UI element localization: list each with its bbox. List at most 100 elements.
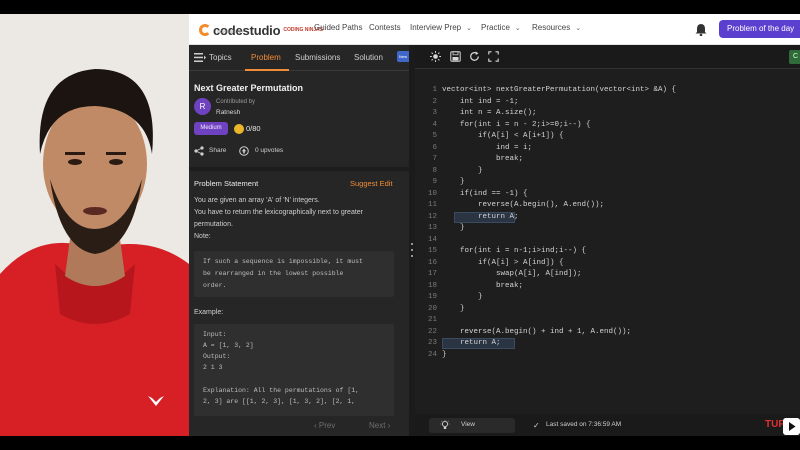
- nav-practice-label: Practice: [481, 23, 510, 32]
- line-number: 7: [432, 155, 437, 163]
- example-line: Input:: [203, 331, 227, 338]
- line-number: 6: [432, 143, 437, 152]
- statement-line: You are given an array 'A' of 'N' intege…: [194, 197, 320, 204]
- code-line: for(int i = n - 2;i>=0;i--) {: [442, 120, 591, 129]
- video-frame: codestudio CODING NINJAS POWERED BY Guid…: [0, 0, 800, 450]
- line-number: 4: [432, 120, 437, 129]
- save-icon[interactable]: [450, 51, 461, 62]
- potd-label: Problem of the day: [727, 24, 795, 33]
- code-line: vector<int> nextGreaterPermutation(vecto…: [442, 86, 677, 94]
- avatar: R: [194, 98, 211, 115]
- tab-topics[interactable]: Topics: [209, 53, 232, 62]
- section-divider: [189, 167, 409, 171]
- note-label: Note:: [194, 233, 211, 240]
- channel-watermark: TUF: [765, 419, 785, 430]
- line-number: 1: [432, 86, 437, 94]
- nav-guided-paths[interactable]: Guided Paths: [314, 23, 362, 32]
- view-label: View: [461, 421, 475, 428]
- nav-resources[interactable]: Resources ⌄: [532, 23, 581, 32]
- presenter-image: [0, 14, 189, 436]
- tab-problem[interactable]: Problem: [251, 53, 281, 62]
- logo-subtitle: POWERED BY: [217, 29, 245, 34]
- share-icon[interactable]: [194, 146, 204, 156]
- example-line: Output:: [203, 353, 231, 360]
- nav-interview-prep[interactable]: Interview Prep ⌄: [410, 23, 472, 32]
- line-number: 21: [427, 316, 437, 324]
- bell-icon[interactable]: [695, 23, 707, 36]
- code-line: reverse(A.begin() + ind + 1, A.end());: [442, 327, 632, 336]
- problem-title: Next Greater Permutation: [194, 83, 304, 93]
- chevron-down-icon: ⌄: [466, 25, 473, 32]
- prev-button[interactable]: ‹ Prev: [314, 421, 335, 430]
- suggest-edit-link[interactable]: Suggest Edit: [350, 179, 393, 188]
- line-number: 23: [427, 339, 437, 347]
- code-line: break;: [442, 155, 524, 163]
- theme-toggle-icon[interactable]: [430, 51, 441, 62]
- line-number: 19: [427, 293, 437, 301]
- line-number: 11: [427, 201, 437, 209]
- problem-of-the-day-button[interactable]: Problem of the day: [719, 20, 800, 38]
- example-box: Input: A = [1, 3, 2] Output: 2 1 3 Expla…: [194, 324, 394, 426]
- note-line: order.: [203, 282, 227, 289]
- editor-toolbar: C: [415, 45, 800, 69]
- example-label: Example:: [194, 309, 224, 316]
- line-number: 18: [427, 281, 437, 290]
- contributor-name[interactable]: Ratnesh: [216, 109, 240, 116]
- nav-contests-label: Contests: [369, 23, 401, 32]
- problem-panel: Topics Problem Submissions Solution New …: [189, 45, 411, 436]
- code-line: }: [442, 304, 465, 313]
- play-icon: [783, 418, 800, 435]
- statement-line: You have to return the lexicographically…: [194, 209, 364, 216]
- line-number: 3: [432, 109, 437, 117]
- note-line: be rearranged in the lowest possible: [203, 270, 344, 277]
- code-editor: C 1 2 3 4 5 6 7 8 9 10 11 12 13 14 15 16…: [415, 45, 800, 436]
- upvote-icon[interactable]: [239, 146, 249, 156]
- line-number: 24: [427, 350, 437, 359]
- code-line: for(int i = n-1;i>ind;i--) {: [442, 247, 587, 255]
- nav-practice[interactable]: Practice ⌄: [481, 23, 521, 32]
- tab-submissions[interactable]: Submissions: [295, 53, 340, 62]
- nav-interview-prep-label: Interview Prep: [410, 23, 462, 32]
- line-number: 15: [427, 247, 437, 255]
- note-line: If such a sequence is impossible, it mus…: [203, 258, 363, 265]
- reset-icon[interactable]: [469, 51, 480, 62]
- fullscreen-icon[interactable]: [488, 51, 499, 62]
- upvote-count: 0 upvotes: [255, 147, 284, 154]
- statement-line: permutation.: [194, 221, 233, 228]
- share-label[interactable]: Share: [209, 147, 226, 154]
- lightbulb-icon: [440, 420, 450, 429]
- tab-solution[interactable]: Solution: [354, 53, 383, 62]
- menu-icon[interactable]: [194, 53, 206, 62]
- code-line: }: [442, 350, 447, 359]
- code-line: reverse(A.begin(), A.end());: [442, 201, 605, 209]
- code-line: int ind = -1;: [442, 97, 519, 106]
- note-box: If such a sequence is impossible, it mus…: [194, 251, 394, 297]
- nav-contests[interactable]: Contests: [369, 23, 401, 32]
- score-value: 0/80: [246, 124, 261, 133]
- language-label: C: [793, 53, 799, 60]
- code-line: }: [442, 224, 465, 232]
- problem-tabs: Topics Problem Submissions Solution New: [189, 45, 411, 71]
- language-selector[interactable]: C: [789, 50, 800, 64]
- webcam-feed: [0, 14, 189, 436]
- problem-statement-heading: Problem Statement: [194, 179, 259, 188]
- line-number: 9: [432, 178, 437, 186]
- line-number: 5: [432, 132, 437, 140]
- coin-icon: [234, 124, 244, 134]
- example-line: A = [1, 3, 2]: [203, 342, 254, 349]
- line-number: 2: [432, 97, 437, 106]
- code-line: }: [442, 178, 465, 186]
- logo-mark-icon: [199, 24, 211, 36]
- next-button[interactable]: Next ›: [369, 421, 390, 430]
- chevron-down-icon: ⌄: [575, 25, 582, 32]
- active-tab-indicator: [245, 69, 289, 71]
- line-number: 8: [432, 166, 437, 175]
- grip-dot: [411, 243, 413, 245]
- example-line: 2 1 3: [203, 364, 223, 371]
- line-number: 13: [427, 224, 437, 232]
- code-line: return A;: [442, 339, 501, 347]
- editor-footer: View ✓ Last saved on 7:36:59 AM: [415, 414, 800, 436]
- line-number: 10: [427, 189, 437, 198]
- code-line: if(A[i] < A[i+1]) {: [442, 132, 564, 140]
- nav-resources-label: Resources: [532, 23, 571, 32]
